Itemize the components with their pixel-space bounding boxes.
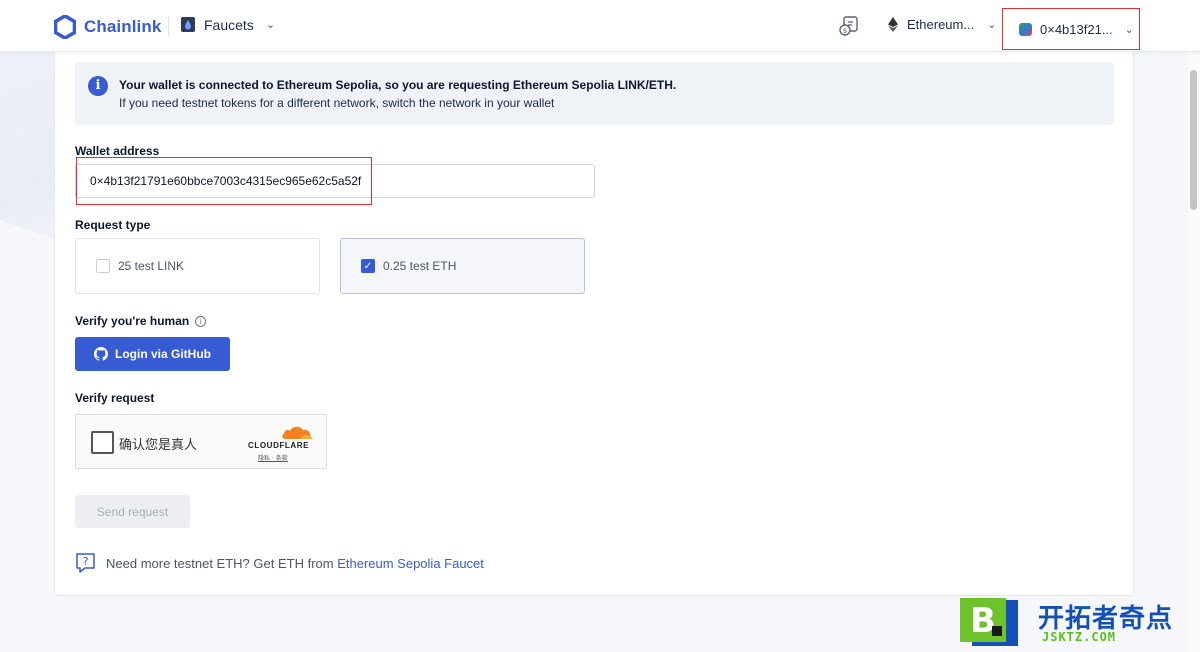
info-circle-icon[interactable]: i	[195, 315, 207, 327]
wallet-short-address: 0×4b13f21...	[1040, 21, 1113, 37]
wallet-address-input[interactable]	[75, 164, 595, 198]
svg-text:?: ?	[83, 555, 89, 568]
info-banner-title: Your wallet is connected to Ethereum Sep…	[119, 78, 677, 92]
checkbox-checked-icon[interactable]: ✓	[361, 259, 375, 273]
faucet-request-card: i Your wallet is connected to Ethereum S…	[54, 52, 1134, 596]
faucets-menu[interactable]: Faucets ⌄	[180, 16, 275, 33]
top-navbar: Chainlink Faucets ⌄ $ Ethereum... ⌄ 0×4b…	[0, 0, 1200, 52]
wallet-account-button[interactable]: 0×4b13f21... ⌄	[1002, 8, 1140, 50]
info-banner-text: If you need testnet tokens for a differe…	[119, 96, 555, 110]
github-icon	[94, 347, 108, 361]
cloudflare-logo: CLOUDFLARE 隐私 · 条款	[248, 424, 314, 464]
ethereum-icon	[888, 17, 898, 32]
question-bubble-icon: ?	[76, 553, 95, 573]
wallet-address-label: Wallet address	[75, 144, 160, 158]
token-swap-icon[interactable]: $	[838, 15, 860, 42]
captcha-checkbox[interactable]	[91, 431, 114, 454]
option-25-test-link[interactable]: 25 test LINK	[75, 238, 320, 294]
cloudflare-wordmark: CLOUDFLARE	[248, 441, 310, 450]
cloud-icon	[282, 426, 313, 439]
watermark-subtitle: JSKTZ.COM	[1042, 630, 1117, 644]
login-github-button[interactable]: Login via GitHub	[75, 337, 230, 371]
send-request-button[interactable]: Send request	[75, 495, 190, 528]
info-icon: i	[88, 76, 108, 96]
verify-request-label: Verify request	[75, 391, 155, 405]
faucets-label: Faucets	[204, 16, 254, 33]
sepolia-faucet-link[interactable]: Ethereum Sepolia Faucet	[337, 556, 484, 571]
chevron-down-icon: ⌄	[1124, 23, 1134, 36]
network-selector[interactable]: Ethereum... ⌄	[888, 17, 996, 32]
cloudflare-captcha: 确认您是真人 CLOUDFLARE 隐私 · 条款	[75, 414, 327, 469]
option-025-test-eth[interactable]: ✓ 0.25 test ETH	[340, 238, 585, 294]
network-label: Ethereum...	[907, 17, 975, 32]
header-divider	[168, 16, 169, 36]
github-button-label: Login via GitHub	[115, 347, 211, 361]
chevron-down-icon: ⌄	[265, 19, 276, 31]
chainlink-hexagon-icon	[54, 15, 76, 39]
page-scrollbar[interactable]	[1188, 52, 1200, 652]
chainlink-logo[interactable]: Chainlink	[54, 15, 161, 39]
watermark-b-logo: B	[960, 598, 1018, 646]
faucet-drop-icon	[181, 17, 195, 32]
svg-text:$: $	[843, 27, 847, 35]
more-testnet-text: Need more testnet ETH? Get ETH from	[106, 555, 334, 571]
scrollbar-thumb[interactable]	[1190, 70, 1197, 210]
request-type-label: Request type	[75, 218, 151, 232]
brand-name: Chainlink	[84, 17, 162, 36]
chevron-down-icon: ⌄	[987, 19, 997, 31]
network-info-banner: i Your wallet is connected to Ethereum S…	[75, 62, 1114, 125]
more-testnet-prompt: ? Need more testnet ETH? Get ETH from Et…	[75, 552, 484, 574]
verify-human-label: Verify you're human i	[75, 314, 207, 328]
wallet-avatar	[1019, 22, 1032, 36]
verify-human-text: Verify you're human	[75, 314, 190, 328]
captcha-label: 确认您是真人	[119, 438, 198, 453]
option-label: 0.25 test ETH	[383, 259, 457, 273]
captcha-privacy-terms-links[interactable]: 隐私 · 条款	[258, 453, 288, 462]
option-label: 25 test LINK	[118, 259, 185, 273]
watermark: B 开拓者奇点 JSKTZ.COM	[958, 594, 1190, 650]
checkbox-unchecked[interactable]	[96, 259, 110, 273]
